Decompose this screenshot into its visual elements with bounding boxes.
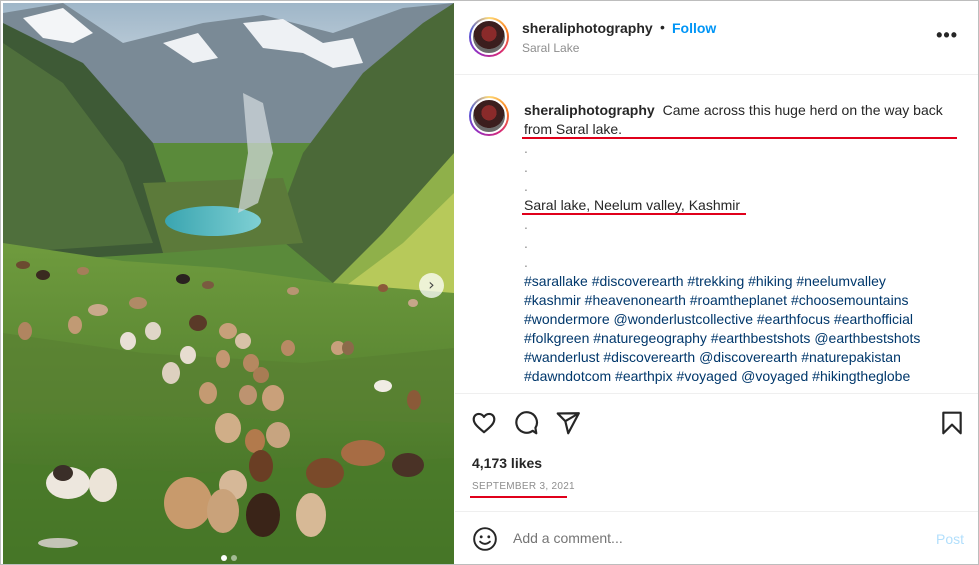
instagram-post-window: › sheraliphotography • Follow Saral Lake… — [0, 0, 979, 565]
header-separator: • — [660, 19, 665, 35]
hashtag-list: #sarallake #discoverearth #trekking #hik… — [524, 272, 964, 386]
caption-username[interactable]: sheraliphotography — [524, 102, 655, 118]
caption-section: sheraliphotography Came across this huge… — [455, 76, 978, 392]
landscape-image — [3, 3, 454, 564]
carousel-dot — [230, 555, 237, 561]
caption-text-block: sheraliphotography Came across this huge… — [524, 101, 964, 386]
carousel-next-button[interactable]: › — [419, 273, 444, 298]
caption-dot: . — [524, 235, 528, 251]
post-date[interactable]: SEPTEMBER 3, 2021 — [472, 481, 575, 492]
hashtag-line[interactable]: #dawndotcom #earthpix #voyaged @voyaged … — [524, 367, 964, 386]
post-details-panel: sheraliphotography • Follow Saral Lake •… — [455, 3, 978, 564]
comment-input[interactable] — [513, 530, 893, 546]
hashtag-line[interactable]: #sarallake #discoverearth #trekking #hik… — [524, 272, 964, 291]
caption-dot: . — [524, 178, 528, 194]
caption-first-line: sheraliphotography Came across this huge… — [524, 101, 964, 139]
caption-dot: . — [524, 254, 528, 270]
annotation-underline-caption — [522, 137, 957, 139]
share-icon[interactable] — [555, 410, 581, 436]
action-bar — [455, 393, 978, 453]
comment-bar: Post — [455, 511, 978, 564]
bookmark-icon[interactable] — [939, 410, 965, 436]
follow-button[interactable]: Follow — [672, 20, 716, 36]
carousel-dot-active — [220, 555, 227, 561]
header-username[interactable]: sheraliphotography — [522, 20, 653, 36]
caption-avatar[interactable] — [469, 96, 509, 136]
caption-dot: . — [524, 140, 528, 156]
location-link[interactable]: Saral Lake — [522, 41, 579, 55]
hashtag-line[interactable]: #wanderlust #discoverearth @discovereart… — [524, 348, 964, 367]
more-options-icon[interactable]: ••• — [936, 25, 958, 46]
likes-count[interactable]: 4,173 likes — [472, 455, 542, 471]
post-photo[interactable]: › — [3, 3, 454, 564]
heart-icon[interactable] — [471, 410, 497, 436]
smiley-icon[interactable] — [472, 526, 498, 552]
carousel-indicator — [3, 548, 454, 564]
post-header: sheraliphotography • Follow Saral Lake •… — [455, 3, 978, 75]
annotation-underline-place — [522, 213, 746, 215]
annotation-underline-date — [470, 496, 567, 498]
hashtag-line[interactable]: #wondermore @wonderlustcollective #earth… — [524, 310, 964, 329]
post-comment-button[interactable]: Post — [936, 531, 964, 547]
comment-icon[interactable] — [513, 410, 539, 436]
profile-avatar[interactable] — [469, 17, 509, 57]
caption-dot: . — [524, 216, 528, 232]
caption-dot: . — [524, 159, 528, 175]
hashtag-line[interactable]: #folkgreen #naturegeography #earthbestsh… — [524, 329, 964, 348]
hashtag-line[interactable]: #kashmir #heavenonearth #roamtheplanet #… — [524, 291, 964, 310]
